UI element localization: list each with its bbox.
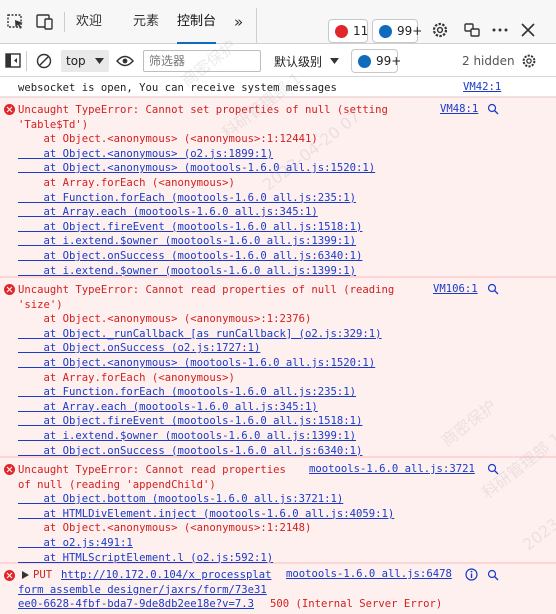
error-message-line: Uncaught TypeError: Cannot set propertie…	[18, 104, 388, 116]
error-count: 11	[353, 24, 369, 38]
request-url[interactable]: ee0-6628-4fbf-bda7-9de8db2ee18e?v=7.3	[18, 597, 254, 612]
stack-frame-link[interactable]: at i.extend.$owner (mootools-1.6.0 all.j…	[18, 264, 357, 279]
log-level-label: 默认级别	[274, 55, 323, 69]
request-url[interactable]: form assemble designer/jaxrs/form/73e31	[18, 583, 267, 598]
search-icon[interactable]	[487, 569, 499, 581]
chevron-down-icon	[95, 58, 104, 64]
clear-console-icon[interactable]	[36, 53, 52, 69]
stack-frame-link[interactable]: at Function.forEach (mootools-1.6.0 all.…	[18, 385, 357, 400]
error-count-badge[interactable]: 11	[328, 19, 368, 43]
filter-input[interactable]	[143, 50, 261, 72]
context-selector[interactable]: top	[61, 50, 109, 72]
error-icon	[4, 570, 15, 581]
tab-separator	[256, 8, 257, 44]
issues-badge[interactable]: 99+	[351, 49, 402, 73]
request-url[interactable]: http://10.172.0.104/x processplat	[61, 568, 271, 583]
chevron-down-icon	[330, 58, 339, 64]
error-icon	[335, 25, 348, 38]
sidebar-toggle-icon[interactable]	[5, 53, 21, 68]
stack-frame-link[interactable]: at Object.bottom (mootools-1.6.0 all.js:…	[18, 492, 344, 507]
info-source-link[interactable]: VM42:1	[463, 81, 501, 93]
stack-frame-link[interactable]: at Object.<anonymous> (o2.js:1899:1)	[18, 147, 274, 162]
inspect-element-icon[interactable]	[6, 13, 26, 31]
hidden-count: 2 hidden	[462, 54, 515, 68]
connect-devices-icon[interactable]	[462, 21, 482, 39]
console-error-message: mootools-1.6.0 all.js:3721 Uncaught Type…	[0, 457, 556, 564]
issues-message-icon	[358, 55, 371, 68]
search-icon[interactable]	[487, 463, 499, 475]
stack-frame: at Object.<anonymous> (<anonymous>:1:214…	[18, 522, 312, 535]
log-level-selector[interactable]: 默认级别	[270, 52, 342, 70]
console-settings-gear-icon[interactable]	[520, 52, 538, 70]
stack-frame-link[interactable]: at o2.js:491:1	[18, 536, 133, 551]
stack-frame: at Object.<anonymous> (<anonymous>:1:237…	[18, 313, 312, 326]
stack-frame-link[interactable]: at i.extend.$owner (mootools-1.6.0 all.j…	[18, 234, 357, 249]
stack-frame-link[interactable]: at Array.each (mootools-1.6.0 all.js:345…	[18, 205, 318, 220]
tab-welcome[interactable]: 欢迎	[76, 0, 102, 44]
request-method: PUT	[33, 569, 53, 581]
tab-console[interactable]: 控制台	[177, 0, 217, 44]
stack-frame-link[interactable]: at Function.forEach (mootools-1.6.0 all.…	[18, 191, 357, 206]
stack-frame-link[interactable]: at Object.fireEvent (mootools-1.6.0 all.…	[18, 220, 363, 235]
stack-frame-link[interactable]: at Object.<anonymous> (mootools-1.6.0 al…	[18, 356, 376, 371]
devtools-tabbar: 欢迎 元素 控制台 » 11 99+	[0, 0, 556, 44]
message-count: 99+	[397, 24, 423, 38]
tab-elements[interactable]: 元素	[133, 0, 159, 44]
stack-frame-link[interactable]: at Object.onSuccess (mootools-1.6.0 all.…	[18, 444, 363, 459]
message-icon	[379, 25, 392, 38]
console-error-message: VM106:1 Uncaught TypeError: Cannot read …	[0, 277, 556, 457]
context-label: top	[66, 54, 86, 68]
console-output: websocket is open, You can receive syste…	[0, 78, 556, 614]
error-source-link[interactable]: mootools-1.6.0 all.js:3721	[309, 463, 475, 475]
console-toolbar: top 默认级别 99+ 2 hidden	[0, 45, 556, 77]
stack-frame-link[interactable]: at i.extend.$owner (mootools-1.6.0 all.j…	[18, 429, 357, 444]
error-message-line: Uncaught TypeError: Cannot read properti…	[18, 464, 286, 476]
error-message-line: Uncaught TypeError: Cannot read properti…	[18, 284, 395, 296]
more-options-icon[interactable]	[490, 21, 510, 39]
stack-frame-link[interactable]: at Object.fireEvent (mootools-1.6.0 all.…	[18, 414, 363, 429]
error-icon	[4, 464, 15, 475]
stack-frame-link[interactable]: at Array.each (mootools-1.6.0 all.js:345…	[18, 400, 318, 415]
toolbar-separator	[26, 51, 27, 71]
info-icon[interactable]	[465, 568, 478, 581]
live-expression-eye-icon[interactable]	[116, 54, 134, 68]
console-error-message: VM48:1 Uncaught TypeError: Cannot set pr…	[0, 97, 556, 277]
message-count-badge[interactable]: 99+	[372, 19, 422, 43]
error-source-link[interactable]: VM48:1	[440, 103, 478, 115]
stack-frame: at Array.forEach (<anonymous>)	[18, 177, 235, 189]
expand-triangle-icon[interactable]	[22, 571, 29, 579]
more-tabs-button[interactable]: »	[234, 0, 243, 44]
stack-frame-link[interactable]: at Object.onSuccess (o2.js:1727:1)	[18, 341, 261, 356]
stack-frame: at Array.forEach (<anonymous>)	[18, 371, 235, 384]
stack-frame-link[interactable]: at Object._runCallback [as runCallback] …	[18, 327, 382, 342]
tab-separator	[64, 12, 65, 32]
stack-frame-link[interactable]: at HTMLDivElement.inject (mootools-1.6.0…	[18, 507, 395, 522]
error-source-link[interactable]: mootools-1.6.0 all.js:6478	[286, 568, 452, 580]
error-message-line: of null (reading 'appendChild')	[18, 478, 216, 491]
stack-frame-link[interactable]: at Object.<anonymous> (mootools-1.6.0 al…	[18, 161, 376, 176]
response-status: 500 (Internal Server Error)	[270, 598, 443, 611]
error-source-link[interactable]: VM106:1	[433, 283, 478, 295]
error-message-line: 'size')	[18, 298, 63, 311]
issues-count: 99+	[376, 54, 402, 68]
console-info-message: websocket is open, You can receive syste…	[0, 78, 556, 97]
settings-gear-icon[interactable]	[430, 21, 450, 39]
network-error-message: PUT http://10.172.0.104/x processplat mo…	[0, 563, 556, 614]
stack-frame-link[interactable]: at Object.onSuccess (mootools-1.6.0 all.…	[18, 249, 363, 264]
device-emulation-icon[interactable]	[35, 13, 55, 31]
error-icon	[4, 104, 15, 115]
stack-frame: at Object.<anonymous> (<anonymous>:1:124…	[18, 133, 318, 146]
error-message-line: 'Table$Td')	[18, 118, 89, 131]
error-icon	[4, 284, 15, 295]
search-icon[interactable]	[487, 103, 499, 115]
search-icon[interactable]	[487, 283, 499, 295]
close-devtools-icon[interactable]	[518, 21, 538, 39]
info-message-text: websocket is open, You can receive syste…	[18, 82, 337, 94]
